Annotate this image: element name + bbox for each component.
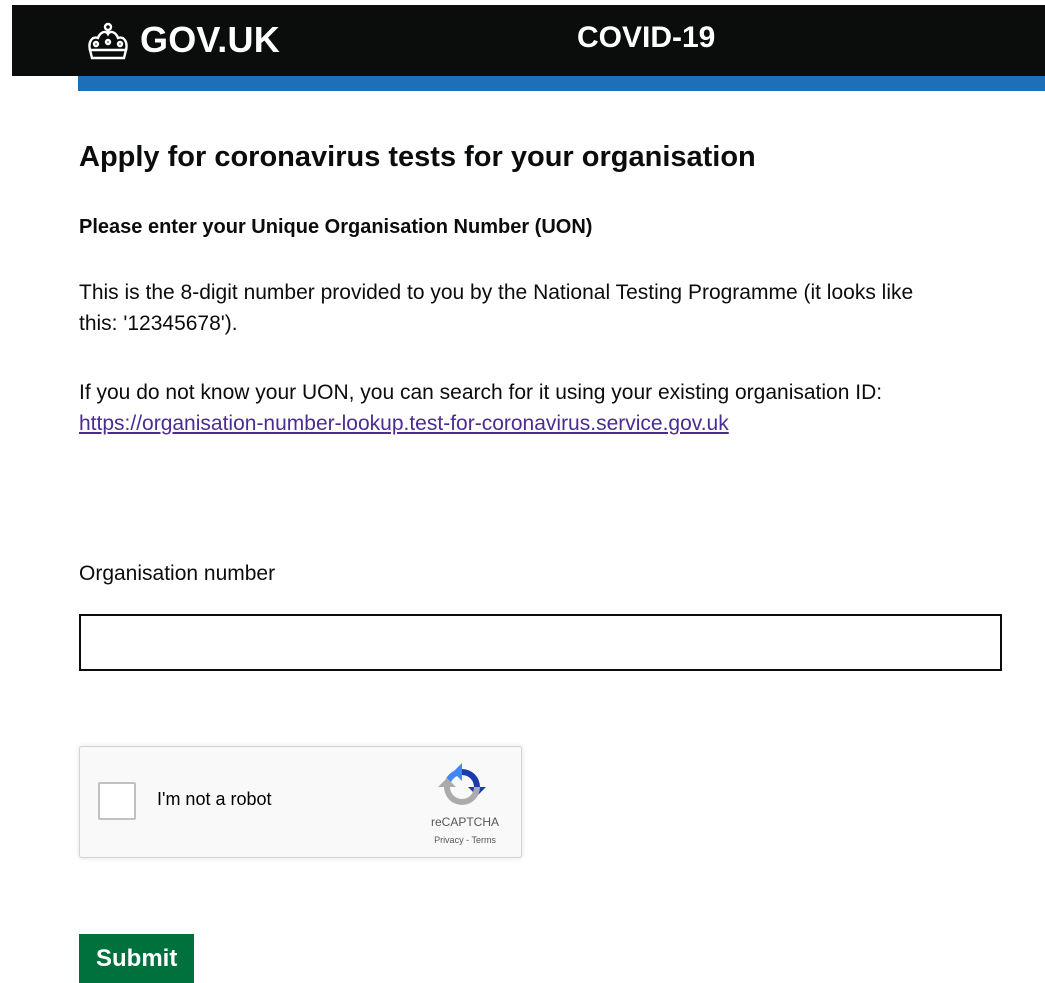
- uon-description: This is the 8-digit number provided to y…: [79, 281, 914, 335]
- organisation-number-label: Organisation number: [79, 562, 276, 585]
- recaptcha-link-separator: -: [466, 835, 470, 845]
- recaptcha-brand: reCAPTCHA: [430, 815, 499, 829]
- recaptcha-icon: [436, 763, 488, 811]
- recaptcha-privacy-link[interactable]: Privacy: [434, 835, 464, 845]
- service-name-link[interactable]: COVID-19: [577, 20, 715, 56]
- header-accent-bar: [78, 76, 1045, 91]
- submit-button[interactable]: Submit: [79, 934, 195, 983]
- logo-text: GOV.UK: [140, 19, 280, 60]
- crown-icon: [84, 20, 132, 60]
- uon-subheading: Please enter your Unique Organisation Nu…: [79, 216, 593, 238]
- uon-lookup-hint: If you do not know your UON, you can sea…: [79, 377, 919, 439]
- lookup-link[interactable]: https://organisation-number-lookup.test-…: [79, 412, 729, 435]
- recaptcha-widget: I'm not a robot reCAPTCHA Privacy - Term…: [79, 746, 522, 858]
- page-title: Apply for coronavirus tests for your org…: [79, 141, 756, 173]
- govuk-logo-link[interactable]: GOV.UK: [84, 20, 280, 60]
- recaptcha-label: I'm not a robot: [157, 789, 272, 809]
- lookup-hint-text: If you do not know your UON, you can sea…: [79, 381, 883, 404]
- recaptcha-terms-link[interactable]: Terms: [471, 835, 496, 845]
- recaptcha-links: Privacy - Terms: [410, 835, 520, 845]
- recaptcha-checkbox[interactable]: [98, 782, 136, 820]
- organisation-number-input[interactable]: [79, 614, 1002, 671]
